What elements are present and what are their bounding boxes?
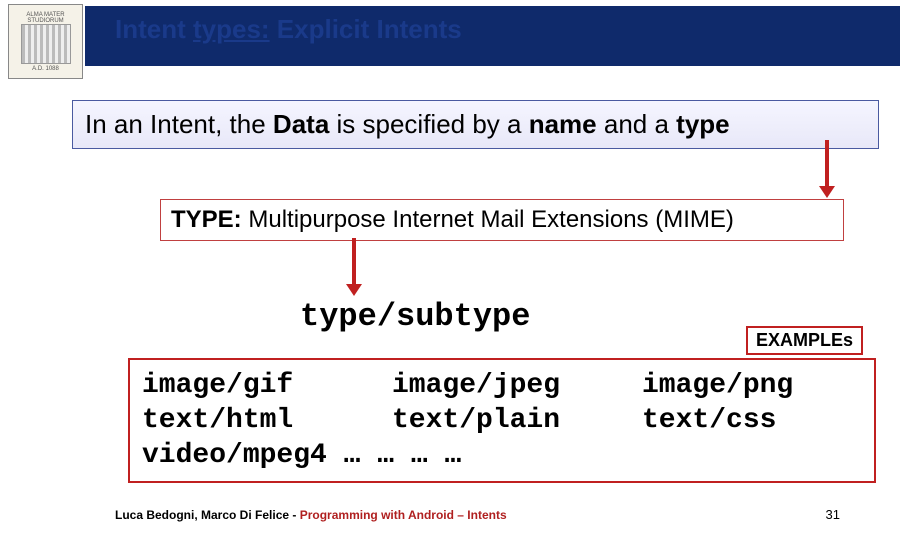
university-logo: ALMA MATER STUDIORUM A.D. 1088 [8, 4, 83, 79]
type-definition-box: TYPE: Multipurpose Internet Mail Extensi… [160, 199, 844, 241]
seal-icon [21, 24, 71, 64]
footer-authors: Luca Bedogni, Marco Di Felice [115, 508, 289, 522]
example-cell: text/html [142, 403, 392, 438]
stmt-type: type [676, 109, 729, 139]
title-part-1: Intent [115, 14, 193, 44]
example-cell: image/jpeg [392, 368, 642, 403]
stmt-3: is specified by a [329, 109, 528, 139]
footer-dash: - [289, 508, 300, 522]
stmt-5: and a [597, 109, 677, 139]
stmt-data: Data [273, 109, 329, 139]
example-cell: image/gif [142, 368, 392, 403]
title-underline: types: [193, 14, 270, 44]
stmt-name: name [529, 109, 597, 139]
arrow-down-icon [352, 238, 356, 288]
logo-top-text: ALMA MATER STUDIORUM [9, 12, 82, 24]
example-cell: image/png [642, 368, 862, 403]
examples-box: image/gif image/jpeg image/png text/html… [128, 358, 876, 483]
footer: Luca Bedogni, Marco Di Felice - Programm… [115, 508, 507, 522]
examples-tag: EXAMPLEs [746, 326, 863, 355]
arrow-down-icon [825, 140, 829, 190]
example-row: video/mpeg4 … … … … [142, 438, 862, 473]
example-cell: text/plain [392, 403, 642, 438]
stmt-1: In an Intent, the [85, 109, 273, 139]
footer-course: Programming with Android – Intents [300, 508, 507, 522]
type-subtype-text: type/subtype [300, 298, 530, 335]
logo-bottom-text: A.D. 1088 [32, 66, 59, 72]
main-statement-box: In an Intent, the Data is specified by a… [72, 100, 879, 149]
example-cell: text/css [642, 403, 862, 438]
page-number: 31 [826, 507, 840, 522]
type-text: Multipurpose Internet Mail Extensions (M… [242, 206, 734, 233]
title-part-2: Explicit Intents [270, 14, 462, 44]
example-row: image/gif image/jpeg image/png [142, 368, 862, 403]
type-label: TYPE: [171, 206, 242, 233]
example-row: text/html text/plain text/css [142, 403, 862, 438]
slide-title: Intent types: Explicit Intents [115, 14, 462, 45]
